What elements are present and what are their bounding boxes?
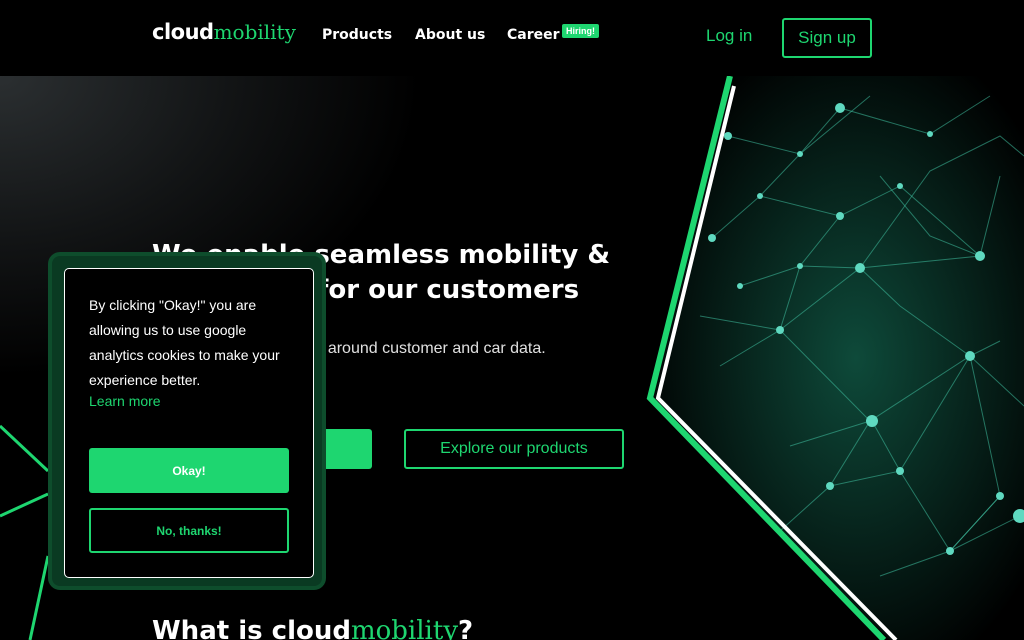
site-header: cloud mobility Products About us Career …	[0, 0, 1024, 76]
signup-button[interactable]: Sign up	[782, 18, 872, 58]
logo[interactable]: cloud mobility	[152, 20, 296, 50]
hiring-badge: Hiring!	[562, 24, 599, 38]
nav-career[interactable]: Career	[507, 27, 560, 43]
okay-button[interactable]: Okay!	[89, 448, 289, 493]
cookie-dialog: By clicking "Okay!" you are allowing us …	[64, 268, 314, 578]
explore-products-button[interactable]: Explore our products	[404, 429, 624, 469]
what-cloud: cloud	[271, 616, 351, 640]
logo-text-cloud: cloud	[152, 20, 214, 44]
logo-text-mobility: mobility	[213, 20, 296, 44]
login-link[interactable]: Log in	[706, 26, 752, 46]
what-is-heading: What is cloudmobility?	[152, 616, 473, 640]
nav-products[interactable]: Products	[322, 27, 392, 43]
learn-more-link[interactable]: Learn more	[89, 393, 161, 409]
what-suffix: ?	[458, 616, 474, 640]
left-accent-line-2	[0, 492, 49, 518]
left-accent-line-3	[28, 555, 50, 640]
cookie-message: By clicking "Okay!" you are allowing us …	[89, 297, 280, 388]
nav-about-us[interactable]: About us	[415, 27, 485, 43]
no-thanks-button[interactable]: No, thanks!	[89, 508, 289, 553]
what-prefix: What is	[152, 616, 272, 640]
left-accent-line	[0, 424, 50, 473]
what-mobility: mobility	[350, 616, 459, 640]
cookie-dialog-frame: By clicking "Okay!" you are allowing us …	[48, 252, 326, 590]
